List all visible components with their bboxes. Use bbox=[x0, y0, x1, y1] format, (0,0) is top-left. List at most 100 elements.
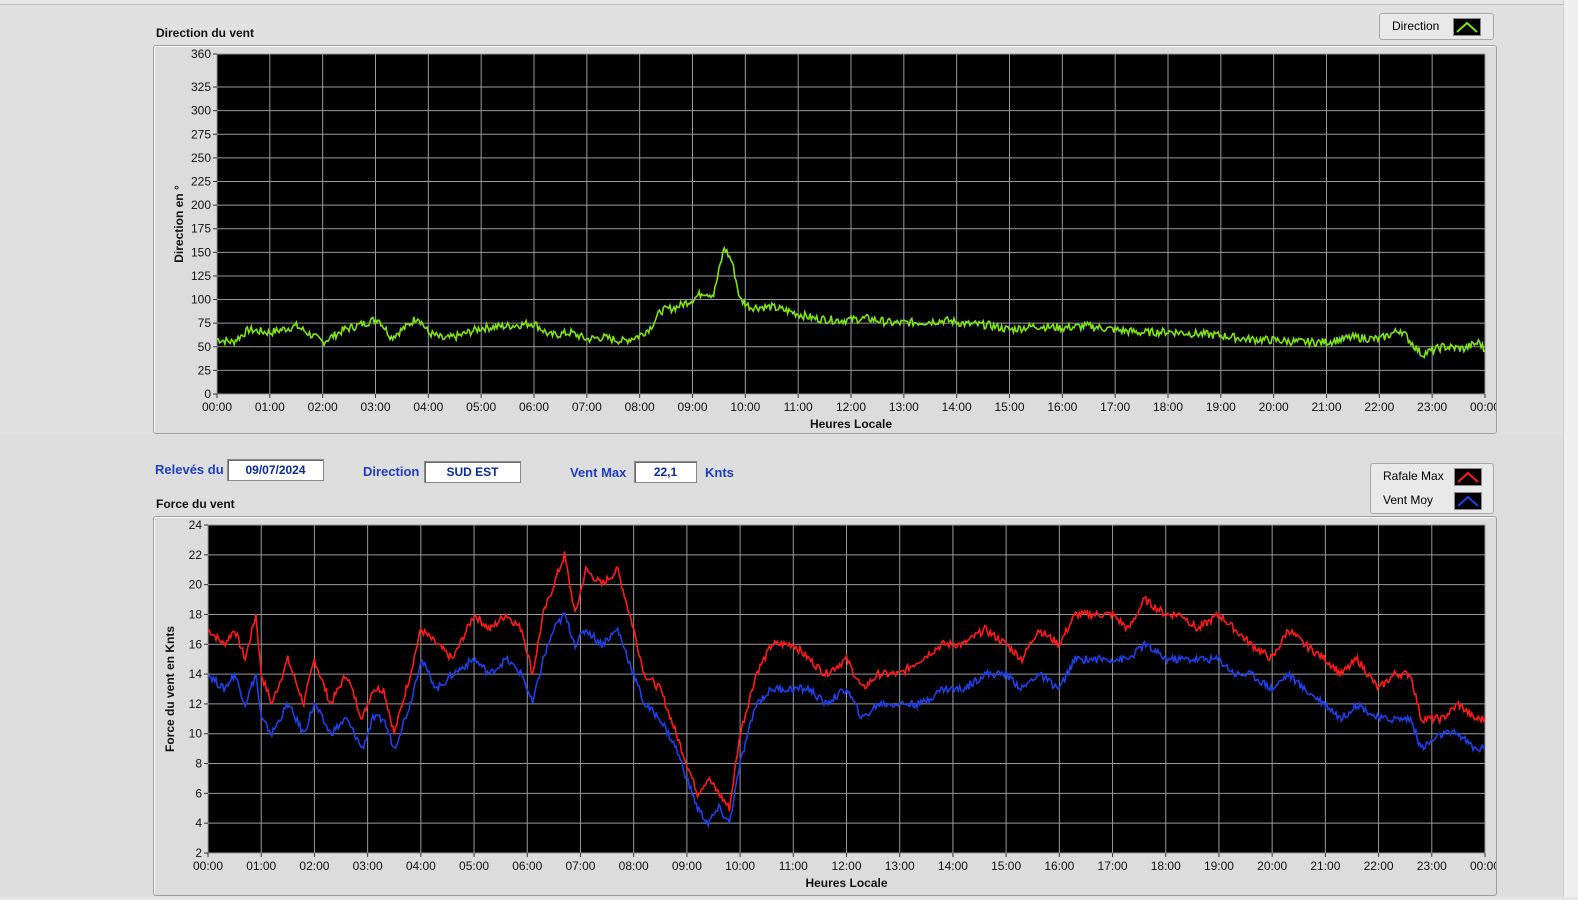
dir-xtick-label: 13:00 bbox=[889, 400, 919, 414]
legend-label-ventmoy: Vent Moy bbox=[1383, 493, 1434, 507]
force-xtick-label: 05:00 bbox=[459, 859, 489, 873]
dir-ytick-label: 125 bbox=[191, 269, 211, 283]
force-xtick-label: 11:00 bbox=[779, 859, 808, 873]
force-xtick-label: 22:00 bbox=[1364, 859, 1394, 873]
force-ytick-label: 24 bbox=[189, 518, 203, 532]
dir-ytick-label: 225 bbox=[191, 175, 211, 189]
dir-xtick-label: 15:00 bbox=[994, 400, 1024, 414]
force-ytick-label: 22 bbox=[189, 548, 203, 562]
force-xtick-label: 20:00 bbox=[1257, 859, 1287, 873]
force-ytick-label: 2 bbox=[195, 846, 202, 860]
rafale-swatch-icon bbox=[1454, 468, 1482, 486]
dir-xtick-label: 23:00 bbox=[1417, 400, 1447, 414]
force-xtick-label: 21:00 bbox=[1310, 859, 1340, 873]
force-xtick-label: 04:00 bbox=[406, 859, 436, 873]
force-ytick-label: 6 bbox=[195, 786, 202, 800]
dir-ytick-label: 75 bbox=[198, 316, 212, 330]
dir-ytick-label: 200 bbox=[191, 198, 211, 212]
force-chart-frame: 2 4 6 8 10 12 14 16 18 20 22 24 00:00 01:00 02:00 03:00… bbox=[153, 516, 1500, 896]
dir-xtick-label: 01:00 bbox=[255, 400, 285, 414]
direction-field[interactable]: SUD EST bbox=[424, 461, 521, 483]
dir-xtick-label: 11:00 bbox=[784, 400, 813, 414]
right-window-edge bbox=[1563, 0, 1578, 897]
dir-ytick-label: 100 bbox=[191, 293, 211, 307]
legend-label-rafale: Rafale Max bbox=[1383, 469, 1444, 483]
dir-xtick-label: 17:00 bbox=[1100, 400, 1130, 414]
dir-xtick-label: 00:00 bbox=[202, 400, 232, 414]
force-xtick-label: 15:00 bbox=[991, 859, 1021, 873]
direction-label: Direction bbox=[363, 464, 420, 479]
dir-xtick-label: 08:00 bbox=[625, 400, 655, 414]
force-ytick-label: 8 bbox=[195, 757, 202, 771]
force-chart: 2468101214161820222400:00 01:00 02:00 03:00… bbox=[163, 518, 1500, 890]
dir-ytick-label: 0 bbox=[204, 387, 211, 401]
ventmax-unit: Knts bbox=[705, 465, 734, 480]
dir-ytick-label: 325 bbox=[191, 80, 211, 94]
force-xtick-label: 00:00 bbox=[1470, 859, 1496, 873]
dir-ytick-label: 175 bbox=[191, 222, 211, 236]
force-ytick-label: 18 bbox=[189, 607, 203, 621]
direction-chart-title: Direction du vent bbox=[156, 26, 255, 40]
dir-xtick-label: 02:00 bbox=[308, 400, 338, 414]
dir-xtick-label: 22:00 bbox=[1364, 400, 1394, 414]
dir-ytick-label: 150 bbox=[191, 245, 211, 259]
legend-label-direction: Direction bbox=[1392, 19, 1440, 33]
ventmax-label: Vent Max bbox=[570, 465, 627, 480]
direction-chart-frame: 0 25 50 75 100 125 150 175 200 225 250 275 300 325 360… bbox=[153, 45, 1500, 434]
dir-xaxis-label: Heures Locale bbox=[810, 417, 892, 431]
dir-xtick-label: 06:00 bbox=[519, 400, 549, 414]
dir-xtick-label: 19:00 bbox=[1206, 400, 1236, 414]
force-ytick-label: 4 bbox=[195, 816, 202, 830]
force-xtick-label: 09:00 bbox=[672, 859, 702, 873]
dir-yaxis-label: Direction en ° bbox=[172, 185, 186, 263]
dir-ytick-label: 250 bbox=[191, 151, 211, 165]
dir-xtick-label: 12:00 bbox=[836, 400, 866, 414]
force-xtick-label: 00:00 bbox=[193, 859, 223, 873]
force-xtick-label: 18:00 bbox=[1151, 859, 1181, 873]
dir-xtick-label: 00:00 bbox=[1470, 400, 1496, 414]
dir-ytick-label: 275 bbox=[191, 127, 211, 141]
dir-xtick-label: 16:00 bbox=[1047, 400, 1077, 414]
ventmax-field[interactable]: 22,1 bbox=[634, 461, 697, 483]
force-ytick-label: 14 bbox=[189, 667, 203, 681]
legend-item-direction[interactable]: Direction bbox=[1380, 14, 1493, 38]
force-xtick-label: 19:00 bbox=[1204, 859, 1234, 873]
dir-xtick-label: 09:00 bbox=[677, 400, 707, 414]
releves-label: Relevés du bbox=[155, 462, 224, 477]
dir-xtick-label: 07:00 bbox=[572, 400, 602, 414]
force-chart-title: Force du vent bbox=[156, 497, 235, 511]
force-ytick-label: 12 bbox=[189, 697, 203, 711]
force-xtick-label: 13:00 bbox=[885, 859, 915, 873]
force-legend[interactable]: Rafale Max Vent Moy bbox=[1370, 463, 1494, 514]
dir-xtick-label: 20:00 bbox=[1259, 400, 1289, 414]
force-ytick-label: 16 bbox=[189, 637, 203, 651]
force-ytick-label: 10 bbox=[189, 727, 203, 741]
dir-ytick-label: 25 bbox=[198, 363, 212, 377]
force-yaxis-label: Force du vent en Knts bbox=[163, 626, 177, 752]
direction-chart: 0 25 50 75 100 125 150 175 200 225 250 275 300 325 360… bbox=[172, 47, 1500, 431]
force-xtick-label: 02:00 bbox=[299, 859, 329, 873]
ventmoy-swatch-icon bbox=[1454, 492, 1482, 510]
force-xaxis-label: Heures Locale bbox=[805, 876, 887, 890]
dir-xtick-label: 14:00 bbox=[942, 400, 972, 414]
legend-item-rafale[interactable]: Rafale Max bbox=[1371, 464, 1493, 488]
force-xtick-label: 01:00 bbox=[246, 859, 276, 873]
dir-xtick-label: 03:00 bbox=[360, 400, 390, 414]
dir-ytick-label: 360 bbox=[191, 47, 211, 61]
force-ytick-label: 20 bbox=[189, 578, 203, 592]
force-xtick-label: 12:00 bbox=[831, 859, 861, 873]
direction-legend[interactable]: Direction bbox=[1379, 13, 1494, 40]
direction-swatch-icon bbox=[1453, 18, 1481, 36]
legend-item-ventmoy[interactable]: Vent Moy bbox=[1371, 488, 1493, 512]
force-xtick-label: 17:00 bbox=[1098, 859, 1128, 873]
releves-date-field[interactable]: 09/07/2024 bbox=[227, 459, 324, 481]
force-xtick-label: 10:00 bbox=[725, 859, 755, 873]
force-xtick-label: 03:00 bbox=[353, 859, 383, 873]
dir-ytick-label: 300 bbox=[191, 104, 211, 118]
force-xtick-label: 16:00 bbox=[1044, 859, 1074, 873]
force-xtick-label: 23:00 bbox=[1417, 859, 1447, 873]
force-xtick-label: 14:00 bbox=[938, 859, 968, 873]
dir-xtick-label: 04:00 bbox=[413, 400, 443, 414]
dir-xtick-label: 10:00 bbox=[730, 400, 760, 414]
force-xtick-label: 08:00 bbox=[619, 859, 649, 873]
